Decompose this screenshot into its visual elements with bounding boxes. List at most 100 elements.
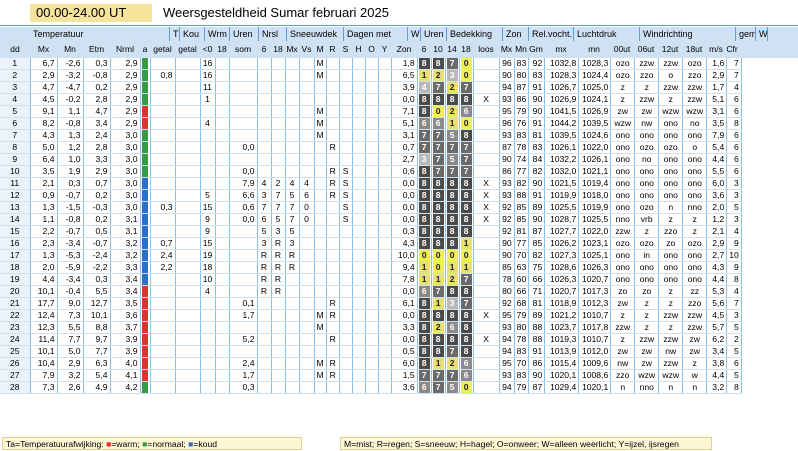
cell-bedekking[interactable]: 8 xyxy=(417,177,432,191)
cell-m[interactable] xyxy=(314,249,327,263)
cell-vgm[interactable]: 88 xyxy=(528,333,546,347)
cell-ta[interactable] xyxy=(140,309,151,323)
cell-u0[interactable] xyxy=(200,309,216,323)
cell-y[interactable] xyxy=(378,105,392,119)
cell-smx[interactable]: 7 xyxy=(285,201,300,215)
cell-nrml[interactable]: 3,7 xyxy=(110,321,141,335)
cell-zon[interactable]: 0,0 xyxy=(391,177,418,191)
cell-nrml[interactable]: 3,0 xyxy=(110,165,141,179)
cell-u0[interactable]: 16 xyxy=(200,58,216,71)
cell-cfr[interactable]: 5 xyxy=(726,369,742,383)
cell-m[interactable]: M xyxy=(314,129,327,143)
cell-s6[interactable] xyxy=(257,153,272,167)
cell-wind-direction[interactable]: z xyxy=(634,225,660,239)
cell-zon[interactable]: 0,6 xyxy=(391,165,418,179)
cell-nrml[interactable]: 4,1 xyxy=(110,369,141,383)
cell-wind-direction[interactable]: zzw xyxy=(682,93,708,107)
cell-wrm[interactable] xyxy=(175,345,201,359)
cell-mn[interactable]: -0,7 xyxy=(57,225,84,239)
cell-pmn[interactable]: 1024,4 xyxy=(578,69,612,83)
cell-u18[interactable] xyxy=(215,285,230,299)
cell-bedekking[interactable]: 5 xyxy=(445,381,460,395)
cell-kou[interactable] xyxy=(150,189,176,203)
cell-loos[interactable]: X xyxy=(473,213,500,227)
cell-u18[interactable] xyxy=(215,141,230,155)
cell-cfr[interactable]: 3 xyxy=(726,213,742,227)
cell-nrml[interactable]: 4,0 xyxy=(110,357,141,371)
cell-bedekking[interactable]: 8 xyxy=(445,201,460,215)
cell-wind-direction[interactable]: ono xyxy=(658,273,684,287)
cell-wind-direction[interactable]: no xyxy=(634,153,660,167)
cell-kou[interactable] xyxy=(150,321,176,335)
cell-r[interactable]: R xyxy=(326,165,340,179)
cell-bedekking[interactable]: 8 xyxy=(417,345,432,359)
cell-vmn[interactable]: 86 xyxy=(514,93,530,107)
cell-wind-direction[interactable]: ono xyxy=(658,249,684,263)
cell-y[interactable] xyxy=(378,141,392,155)
cell-o[interactable] xyxy=(365,117,379,131)
cell-bedekking[interactable]: 3 xyxy=(417,153,432,167)
cell-h[interactable] xyxy=(352,105,366,119)
cell-svs[interactable] xyxy=(299,225,315,239)
cell-s18[interactable] xyxy=(271,141,286,155)
cell-wind-direction[interactable]: ono xyxy=(682,177,708,191)
cell-bedekking[interactable]: 8 xyxy=(431,201,446,215)
cell-zon[interactable]: 2,7 xyxy=(391,153,418,167)
cell-wrm[interactable] xyxy=(175,165,201,179)
cell-h[interactable] xyxy=(352,177,366,191)
cell-loos[interactable]: X xyxy=(473,333,500,347)
cell-zon[interactable]: 0,0 xyxy=(391,309,418,323)
cell-wind-direction[interactable]: zo xyxy=(634,285,660,299)
cell-vmx[interactable]: 92 xyxy=(499,213,515,227)
cell-smx[interactable]: R xyxy=(285,249,300,263)
cell-dd[interactable]: 18 xyxy=(0,261,31,275)
cell-zon[interactable]: 0,0 xyxy=(391,93,418,107)
cell-vmx[interactable]: 86 xyxy=(499,165,515,179)
cell-y[interactable] xyxy=(378,58,392,71)
cell-nrml[interactable]: 3,4 xyxy=(110,285,141,299)
cell-svs[interactable] xyxy=(299,357,315,371)
cell-svs[interactable] xyxy=(299,93,315,107)
cell-s[interactable] xyxy=(339,93,353,107)
cell-u18[interactable] xyxy=(215,309,230,323)
cell-etm[interactable]: 3,4 xyxy=(83,117,111,131)
cell-wind-direction[interactable]: ono xyxy=(610,273,636,287)
cell-loos[interactable] xyxy=(473,261,500,275)
cell-mn[interactable]: -0,2 xyxy=(57,93,84,107)
cell-pmn[interactable]: 1023,1 xyxy=(578,237,612,251)
cell-vgm[interactable]: 85 xyxy=(528,237,546,251)
cell-mx[interactable]: 8,2 xyxy=(30,117,58,131)
cell-mx[interactable]: 4,5 xyxy=(30,93,58,107)
cell-som[interactable]: 1,7 xyxy=(229,309,258,323)
cell-svs[interactable] xyxy=(299,261,315,275)
cell-pmx[interactable]: 1028,6 xyxy=(544,261,580,275)
cell-vgm[interactable]: 91 xyxy=(528,117,546,131)
cell-s18[interactable] xyxy=(271,165,286,179)
cell-r[interactable] xyxy=(326,321,340,335)
cell-s6[interactable] xyxy=(257,297,272,311)
cell-pmn[interactable]: 1022,0 xyxy=(578,225,612,239)
cell-u18[interactable] xyxy=(215,249,230,263)
cell-h[interactable] xyxy=(352,69,366,83)
cell-r[interactable] xyxy=(326,58,340,71)
cell-u18[interactable] xyxy=(215,213,230,227)
cell-kou[interactable] xyxy=(150,141,176,155)
cell-o[interactable] xyxy=(365,105,379,119)
cell-wind-direction[interactable]: w xyxy=(682,369,708,383)
cell-wind-direction[interactable]: o xyxy=(658,69,684,83)
cell-som[interactable] xyxy=(229,117,258,131)
cell-som[interactable]: 0,0 xyxy=(229,165,258,179)
cell-pmn[interactable]: 1010,7 xyxy=(578,333,612,347)
cell-m[interactable]: M xyxy=(314,117,327,131)
cell-cfr[interactable]: 6 xyxy=(726,141,742,155)
cell-pmx[interactable]: 1025,5 xyxy=(544,201,580,215)
cell-zon[interactable]: 0,3 xyxy=(391,225,418,239)
cell-pmn[interactable]: 1020,7 xyxy=(578,273,612,287)
cell-vgm[interactable]: 82 xyxy=(528,249,546,263)
cell-y[interactable] xyxy=(378,357,392,371)
cell-etm[interactable]: -2,2 xyxy=(83,261,111,275)
cell-wind-direction[interactable]: nw xyxy=(610,357,636,371)
cell-kou[interactable] xyxy=(150,381,176,395)
cell-loos[interactable] xyxy=(473,141,500,155)
cell-ta[interactable] xyxy=(140,105,151,119)
